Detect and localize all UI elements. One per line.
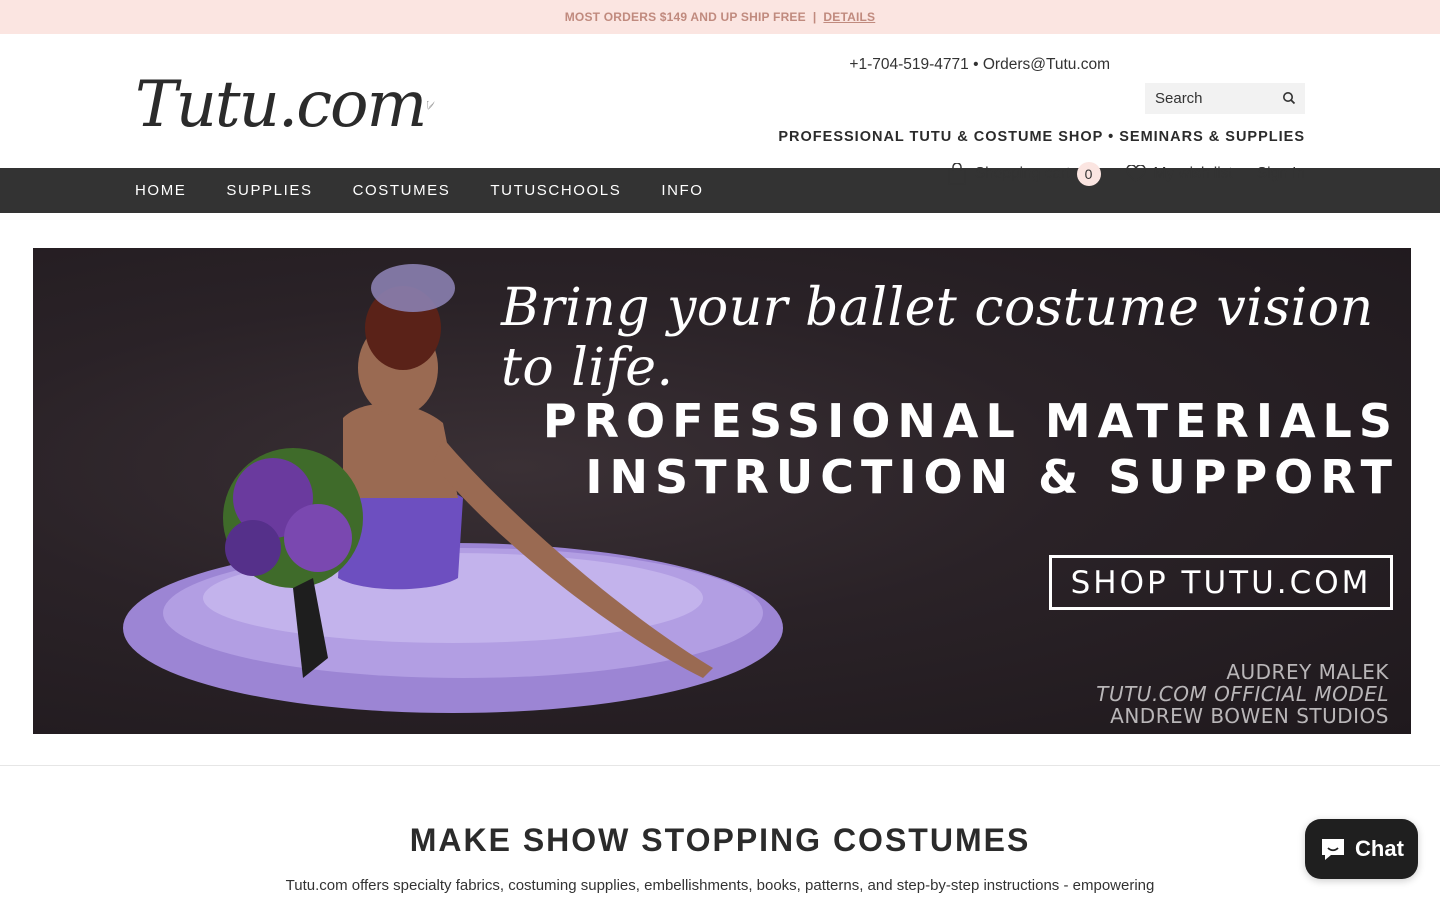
phone-link[interactable]: +1-704-519-4771: [849, 56, 968, 73]
account-links: Shopping cart 0 My wish list Sign In: [947, 162, 1305, 186]
shopping-bag-icon: [948, 163, 966, 185]
chat-bubble-icon: [1322, 839, 1345, 860]
shop-tutu-button[interactable]: SHOP TUTU.COM: [1049, 555, 1393, 610]
announcement-bar: MOST ORDERS $149 AND UP SHIP FREE | DETA…: [0, 0, 1440, 34]
nav-item-tutuschools[interactable]: TUTUSCHOOLS: [490, 182, 621, 199]
hero-credit-model: AUDREY MALEK: [1226, 660, 1389, 684]
signin-link[interactable]: Sign In: [1257, 165, 1305, 183]
section-divider: [0, 765, 1440, 766]
announcement-text: MOST ORDERS $149 AND UP SHIP FREE: [564, 10, 806, 24]
hero-credit-title: TUTU.COM OFFICIAL MODEL: [1096, 682, 1389, 706]
hero-headline-1: PROFESSIONAL MATERIALS: [542, 394, 1399, 448]
search-input[interactable]: [1145, 90, 1270, 107]
nav-item-supplies[interactable]: SUPPLIES: [226, 182, 312, 199]
nav-item-info[interactable]: INFO: [661, 182, 703, 199]
search-icon[interactable]: [1282, 91, 1296, 105]
hero-headline-2: INSTRUCTION & SUPPORT: [585, 450, 1399, 504]
nav-item-home[interactable]: HOME: [135, 182, 186, 199]
section-description: Tutu.com offers specialty fabrics, costu…: [285, 877, 1155, 894]
swan-wing-icon: [427, 100, 435, 110]
email-link[interactable]: Orders@Tutu.com: [983, 56, 1110, 73]
site-logo[interactable]: Tutu.com: [135, 60, 435, 150]
announcement-separator: |: [812, 10, 817, 24]
site-header: Tutu.com +1-704-519-4771 • Orders@Tutu.c…: [0, 34, 1440, 186]
section-title: MAKE SHOW STOPPING COSTUMES: [409, 822, 1031, 858]
logo-text: Tutu.com: [135, 68, 427, 142]
header-tagline: PROFESSIONAL TUTU & COSTUME SHOP • SEMIN…: [778, 129, 1305, 145]
hero-credit-studio: ANDREW BOWEN STUDIOS: [1110, 704, 1389, 728]
search-box: [1145, 83, 1305, 114]
chat-label: Chat: [1355, 836, 1404, 861]
wishlist-link[interactable]: My wish list: [1125, 165, 1233, 183]
cart-label: Shopping cart: [974, 165, 1071, 182]
heart-icon: [1125, 165, 1146, 182]
cart-count-badge: 0: [1076, 162, 1101, 186]
cart-link[interactable]: Shopping cart 0: [947, 162, 1101, 186]
nav-item-costumes[interactable]: COSTUMES: [353, 182, 451, 199]
hero-banner[interactable]: Bring your ballet costume vision to life…: [33, 248, 1411, 734]
chat-button[interactable]: Chat: [1305, 819, 1418, 879]
contact-info: +1-704-519-4771 • Orders@Tutu.com: [849, 56, 1110, 74]
signin-label: Sign In: [1256, 165, 1305, 182]
wishlist-label: My wish list: [1153, 165, 1233, 182]
details-link[interactable]: DETAILS: [823, 10, 875, 24]
contact-separator: •: [973, 56, 979, 73]
hero-script-headline: Bring your ballet costume vision to life…: [501, 278, 1374, 398]
